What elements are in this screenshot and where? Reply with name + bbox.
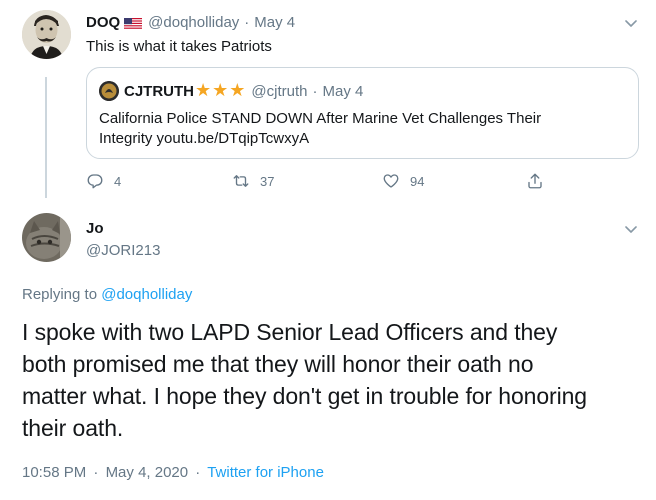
main-tweet-text-line: their oath. (22, 415, 124, 441)
chevron-down-icon (625, 20, 637, 27)
meta-separator: · (93, 464, 99, 481)
main-tweet-text-line: matter what. I hope they don't get in tr… (22, 383, 588, 409)
parent-tweet-header: DOQ @doqholliday · May 4 (86, 14, 295, 31)
main-tweet-text-line: both promised me that they will honor th… (22, 351, 534, 377)
meta-separator: · (195, 464, 201, 481)
heart-icon (383, 174, 399, 188)
quoted-handle: @cjtruth (251, 82, 308, 100)
tweet-meta-line: 10:58 PM · May 4, 2020 · Twitter for iPh… (22, 464, 324, 481)
tweet-time[interactable]: 10:58 PM (22, 464, 86, 481)
quoted-tweet-card[interactable]: CJTRUTH ★★★ @cjtruth · May 4 California … (86, 67, 639, 159)
eagle-badge-icon (99, 81, 119, 101)
reply-button[interactable]: 4 (86, 172, 121, 190)
quoted-date: May 4 (322, 82, 364, 100)
avatar-cat-icon (22, 213, 71, 262)
caret-menu-button[interactable] (622, 14, 640, 37)
tweet-date[interactable]: May 4 (254, 14, 295, 31)
quoted-text-line-1: California Police STAND DOWN After Marin… (99, 110, 542, 127)
retweet-button[interactable]: 37 (232, 172, 274, 190)
avatar-jo[interactable] (22, 213, 71, 262)
chevron-down-icon (625, 226, 637, 233)
replying-to-prefix: Replying to (22, 286, 98, 303)
main-tweet-text-line: I spoke with two LAPD Senior Lead Office… (22, 319, 558, 345)
avatar-portrait-icon (22, 10, 71, 59)
share-icon (528, 173, 542, 189)
like-button[interactable]: 94 (382, 172, 424, 190)
reply-icon (87, 174, 103, 189)
retweet-icon (233, 175, 249, 187)
avatar-doq[interactable] (22, 10, 71, 59)
tweet-full-date[interactable]: May 4, 2020 (106, 464, 189, 481)
replying-to-line: Replying to @doqholliday (22, 286, 192, 303)
tweet-source-link[interactable]: Twitter for iPhone (207, 464, 324, 481)
author-display-name[interactable]: DOQ (86, 14, 120, 31)
main-tweet-text: I spoke with two LAPD Senior Lead Office… (22, 316, 587, 444)
quoted-separator: · (312, 82, 318, 100)
thread-connector-line (45, 77, 47, 198)
avatar-cjtruth (99, 81, 119, 101)
three-stars-icon: ★★★ (195, 80, 247, 101)
reply-count: 4 (114, 173, 122, 189)
quoted-text-line-2: Integrity youtu.be/DTqipTcwxyA (99, 130, 310, 147)
author-handle[interactable]: @doqholliday (148, 14, 239, 31)
header-separator: · (244, 14, 250, 31)
share-button[interactable] (526, 172, 544, 190)
like-count: 94 (410, 173, 425, 189)
main-caret-menu-button[interactable] (622, 220, 640, 243)
us-flag-icon (124, 17, 143, 30)
main-author-display-name[interactable]: Jo (86, 220, 104, 237)
quoted-tweet-header: CJTRUTH ★★★ @cjtruth · May 4 (99, 81, 363, 101)
replying-to-link[interactable]: @doqholliday (101, 286, 192, 303)
main-author-handle[interactable]: @JORI213 (86, 242, 160, 259)
retweet-count: 37 (260, 173, 275, 189)
parent-tweet-text: This is what it takes Patriots (86, 38, 272, 55)
quoted-display-name: CJTRUTH (124, 82, 194, 100)
